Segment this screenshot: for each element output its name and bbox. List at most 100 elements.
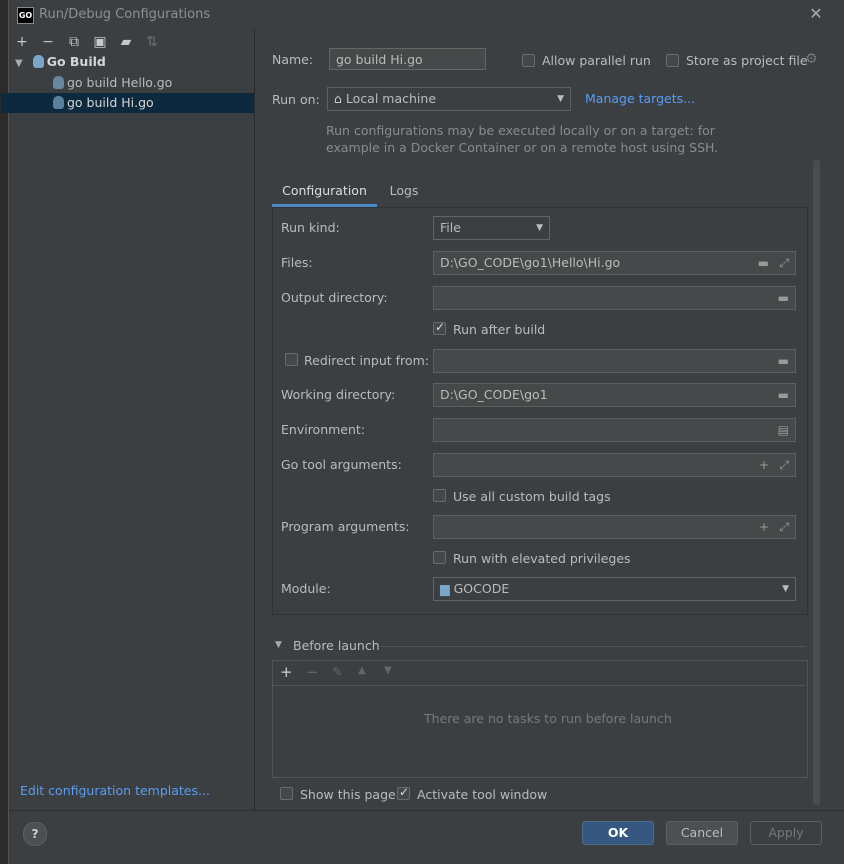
- sort-icon[interactable]: ⇅: [143, 33, 161, 51]
- run-kind-label: Run kind:: [281, 220, 340, 235]
- name-label: Name:: [272, 52, 314, 67]
- redirect-input-field[interactable]: ▬: [433, 349, 796, 373]
- gopher-icon: [53, 96, 64, 109]
- expand-icon[interactable]: ⤢: [779, 252, 789, 274]
- tree-item-label: go build Hello.go: [67, 75, 173, 90]
- chevron-down-icon[interactable]: ▼: [275, 640, 282, 650]
- add-icon[interactable]: +: [280, 663, 293, 681]
- document-icon[interactable]: ▤: [778, 419, 789, 441]
- output-dir-input[interactable]: ▬: [433, 286, 796, 310]
- expand-icon[interactable]: ⤢: [779, 454, 789, 476]
- name-input[interactable]: go build Hi.go: [329, 48, 486, 70]
- files-value: D:\GO_CODE\go1\Hello\Hi.go: [440, 255, 621, 270]
- goland-logo: GO: [17, 7, 34, 24]
- activate-tool-checkbox[interactable]: [397, 785, 410, 800]
- store-project-checkbox[interactable]: [666, 54, 679, 67]
- cancel-button[interactable]: Cancel: [666, 821, 738, 845]
- scrollbar-thumb[interactable]: [813, 160, 820, 805]
- folder-icon[interactable]: ▬: [778, 384, 789, 406]
- tree-group-label: Go Build: [46, 54, 106, 69]
- separator: [381, 646, 806, 647]
- window-title: Run/Debug Configurations: [39, 7, 211, 22]
- tree-item-label: go build Hi.go: [67, 95, 154, 110]
- gear-icon[interactable]: ⚙: [805, 51, 818, 67]
- configurations-tree-panel: + − ⧉ ▣ ▰ ⇅ ▼ Go Build go build Hello.go…: [1, 30, 255, 810]
- ide-background: [0, 0, 8, 864]
- bottom-separator: [9, 810, 844, 811]
- gopher-icon: [32, 55, 44, 68]
- save-icon[interactable]: ▣: [91, 33, 109, 51]
- folder-icon[interactable]: ▬: [758, 252, 769, 274]
- copy-icon[interactable]: ⧉: [65, 33, 83, 51]
- run-debug-dialog: GO Run/Debug Configurations ✕ + − ⧉ ▣ ▰ …: [1, 0, 844, 864]
- module-icon: ▆: [440, 581, 450, 596]
- go-tool-args-input[interactable]: + ⤢: [433, 453, 796, 477]
- before-launch-toolbar: [273, 661, 805, 686]
- before-launch-title: Before launch: [293, 638, 380, 653]
- run-kind-value: File: [440, 220, 461, 235]
- move-up-icon[interactable]: ▲: [358, 665, 366, 676]
- close-icon[interactable]: ✕: [806, 4, 826, 24]
- allow-parallel-label: Allow parallel run: [542, 53, 651, 68]
- allow-parallel-checkbox[interactable]: [522, 54, 535, 67]
- remove-icon[interactable]: −: [306, 663, 319, 681]
- elevated-checkbox[interactable]: [433, 551, 446, 564]
- module-label: Module:: [281, 581, 331, 596]
- tree-item-hi[interactable]: go build Hi.go: [1, 93, 254, 113]
- working-dir-label: Working directory:: [281, 387, 396, 402]
- run-on-label: Run on:: [272, 92, 320, 107]
- output-dir-label: Output directory:: [281, 290, 388, 305]
- folder-icon[interactable]: ▬: [778, 350, 789, 372]
- expand-icon[interactable]: ⤢: [779, 516, 789, 538]
- files-label: Files:: [281, 255, 313, 270]
- custom-tags-label: Use all custom build tags: [453, 489, 611, 504]
- run-after-build-checkbox[interactable]: [433, 320, 446, 335]
- environment-label: Environment:: [281, 422, 366, 437]
- folder-icon[interactable]: ▬: [778, 287, 789, 309]
- gopher-icon: [53, 76, 64, 89]
- go-tool-args-label: Go tool arguments:: [281, 457, 402, 472]
- tab-logs[interactable]: Logs: [379, 176, 429, 206]
- remove-icon[interactable]: −: [39, 33, 57, 51]
- help-button[interactable]: ?: [23, 822, 47, 846]
- folder-add-icon[interactable]: ▰: [117, 33, 135, 51]
- custom-tags-checkbox[interactable]: [433, 489, 446, 502]
- chevron-down-icon: ▼: [557, 94, 564, 104]
- activate-tool-label: Activate tool window: [417, 787, 548, 802]
- ok-button[interactable]: OK: [582, 821, 654, 845]
- elevated-label: Run with elevated privileges: [453, 551, 631, 566]
- plus-icon[interactable]: +: [759, 454, 769, 476]
- program-args-label: Program arguments:: [281, 519, 410, 534]
- tree-item-hello[interactable]: go build Hello.go: [9, 73, 254, 93]
- move-down-icon[interactable]: ▼: [384, 665, 392, 676]
- apply-button[interactable]: Apply: [750, 821, 822, 845]
- plus-icon[interactable]: +: [759, 516, 769, 538]
- environment-input[interactable]: ▤: [433, 418, 796, 442]
- edit-icon[interactable]: ✎: [332, 664, 342, 679]
- store-project-label: Store as project file: [686, 53, 808, 68]
- add-icon[interactable]: +: [13, 33, 31, 51]
- program-args-input[interactable]: + ⤢: [433, 515, 796, 539]
- show-page-checkbox[interactable]: [280, 787, 293, 800]
- run-on-hint-line2: example in a Docker Container or on a re…: [326, 140, 719, 155]
- tree-group-go-build[interactable]: ▼ Go Build: [9, 52, 254, 72]
- files-input[interactable]: D:\GO_CODE\go1\Hello\Hi.go ▬ ⤢: [433, 251, 796, 275]
- run-on-hint-line1: Run configurations may be executed local…: [326, 123, 715, 138]
- redirect-input-label: Redirect input from:: [304, 353, 429, 368]
- module-select[interactable]: ▆ GOCODE ▼: [433, 577, 796, 601]
- chevron-down-icon: ▼: [782, 584, 789, 594]
- show-page-label: Show this page: [300, 787, 396, 802]
- working-dir-input[interactable]: D:\GO_CODE\go1 ▬: [433, 383, 796, 407]
- run-on-select[interactable]: ⌂ Local machine ▼: [327, 87, 571, 111]
- title-bar: GO Run/Debug Configurations ✕: [9, 0, 844, 30]
- home-icon: ⌂: [334, 91, 342, 106]
- tab-configuration[interactable]: Configuration: [272, 176, 377, 207]
- run-kind-select[interactable]: File ▼: [433, 216, 550, 240]
- chevron-down-icon: ▼: [536, 223, 543, 233]
- run-on-value: Local machine: [345, 91, 437, 106]
- edit-templates-link[interactable]: Edit configuration templates...: [20, 783, 210, 798]
- chevron-down-icon[interactable]: ▼: [15, 58, 23, 69]
- redirect-input-checkbox[interactable]: [285, 353, 298, 366]
- manage-targets-link[interactable]: Manage targets...: [585, 91, 695, 106]
- before-launch-empty: There are no tasks to run before launch: [424, 711, 672, 726]
